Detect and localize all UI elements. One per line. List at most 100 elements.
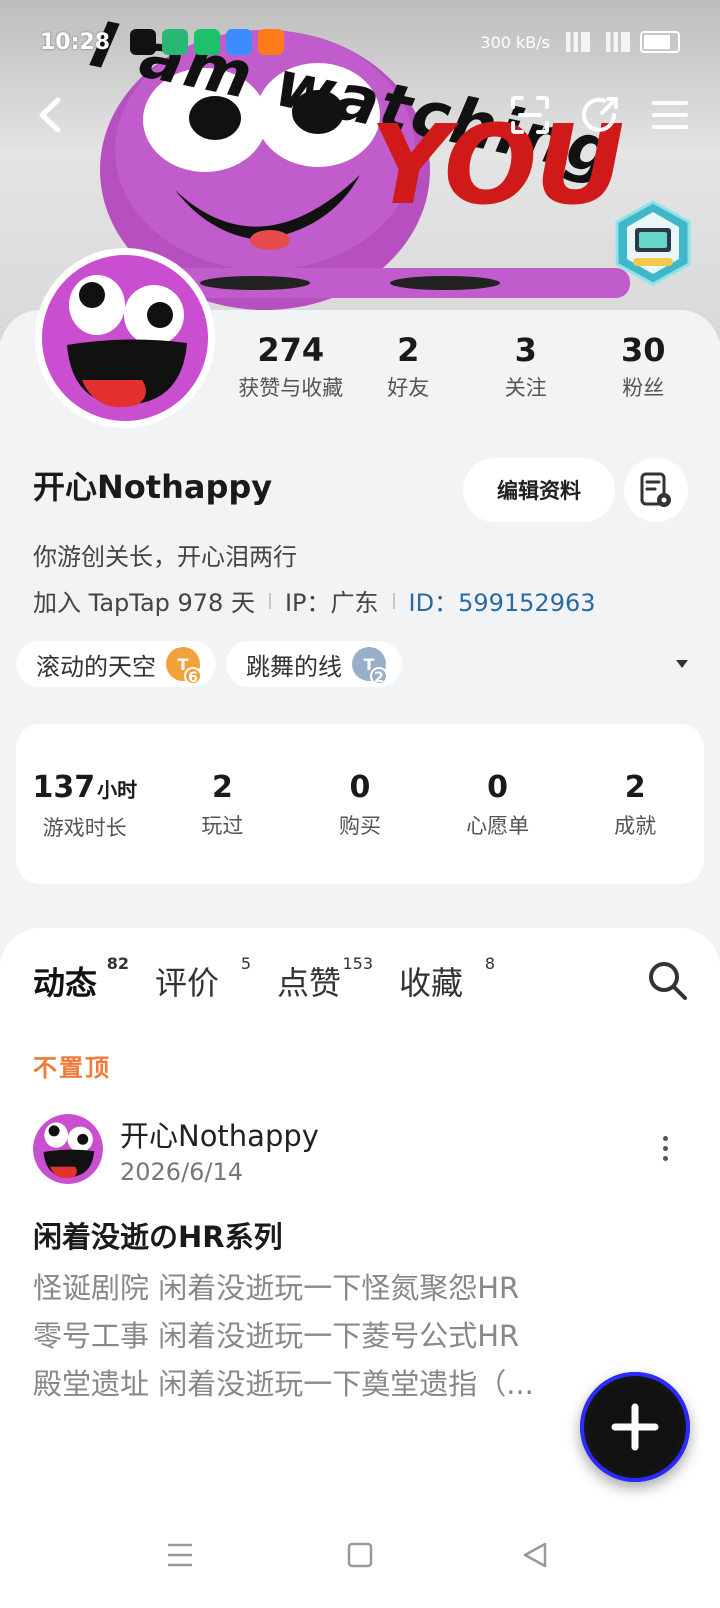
top-nav	[0, 90, 720, 146]
video-app-icon	[162, 29, 189, 55]
shop-app-icon	[258, 29, 285, 55]
recent-apps-button[interactable]	[155, 1530, 205, 1580]
post-author-name[interactable]: 开心Nothappy	[120, 1113, 319, 1155]
chevron-left-icon	[39, 97, 61, 133]
stat-followers[interactable]: 30 粉丝	[585, 330, 703, 410]
avatar[interactable]	[35, 248, 215, 428]
cell-signal-icon	[600, 32, 630, 52]
stat-number: 274	[257, 331, 325, 369]
home-button[interactable]	[335, 1530, 385, 1580]
stat-number: 30	[620, 331, 666, 369]
stat-number: 2	[211, 770, 233, 805]
home-square-icon	[347, 1542, 373, 1568]
status-app-icons	[130, 29, 285, 55]
ip-location: IP：广东	[284, 589, 379, 617]
level-number: 2	[370, 667, 388, 686]
profile-username: 开心Nothappy	[33, 468, 273, 506]
stat-number: 2	[397, 331, 420, 369]
stat-wishlist[interactable]: 0 心愿单	[429, 770, 567, 884]
join-days: 加入 TapTap 978 天	[33, 589, 255, 617]
post-body[interactable]: 怪诞剧院 闲着没逝玩一下怪氮聚怨HR 零号工事 闲着没逝玩一下菱号公式HR 殿堂…	[33, 1264, 593, 1408]
playtime-unit: 小时	[97, 778, 138, 802]
stat-number: 0	[349, 770, 371, 805]
battery-icon	[640, 31, 680, 53]
post-body-line: 怪诞剧院 闲着没逝玩一下怪氮聚怨HR	[33, 1271, 520, 1305]
tab-favorites[interactable]: 收藏 8	[399, 954, 495, 1004]
avatar-image	[33, 1114, 103, 1184]
back-button[interactable]	[26, 90, 76, 140]
scan-button[interactable]	[505, 90, 555, 140]
post-title[interactable]: 闲着没逝のHR系列	[33, 1214, 283, 1256]
level-number: 6	[184, 667, 202, 686]
create-post-button[interactable]	[580, 1372, 690, 1482]
stat-number: 0	[487, 770, 509, 805]
stat-label: 成就	[614, 814, 657, 838]
scan-icon	[511, 96, 549, 134]
tab-likes[interactable]: 点赞 153	[277, 954, 373, 1004]
stat-label: 粉丝	[622, 376, 665, 400]
profile-bio: 你游创关长，开心泪两行	[33, 543, 297, 571]
tab-count: 8	[484, 954, 496, 973]
network-speed: 300 kB/s	[480, 32, 550, 52]
post-author-avatar[interactable]	[33, 1114, 103, 1184]
document-settings-icon	[640, 472, 671, 507]
tab-label: 评价	[155, 964, 220, 1002]
stat-label: 游戏时长	[42, 816, 127, 840]
tab-label: 收藏	[399, 964, 464, 1002]
game-tag[interactable]: 滚动的天空 T6	[16, 641, 216, 687]
level-badge-icon: T6	[166, 647, 202, 686]
stat-following[interactable]: 3 关注	[467, 330, 585, 410]
game-tag-label: 跳舞的线	[246, 652, 342, 681]
post-more-icon[interactable]	[655, 1128, 675, 1168]
tab-label: 动态	[33, 964, 98, 1002]
post-body-line: 殿堂遗址 闲着没逝玩一下奠堂遗指（...	[33, 1367, 534, 1401]
expand-tags-caret-icon[interactable]	[676, 660, 688, 668]
stat-number: 2	[624, 770, 646, 805]
system-nav-bar	[0, 1500, 720, 1608]
game-tag[interactable]: 跳舞的线 T2	[226, 641, 402, 687]
stat-purchased[interactable]: 0 购买	[291, 770, 429, 884]
stat-playtime[interactable]: 137 小时 游戏时长	[16, 770, 154, 884]
share-button[interactable]	[575, 90, 625, 140]
profile-meta: 加入 TapTap 978 天 IP：广东 ID：599152963	[33, 583, 596, 618]
stat-played[interactable]: 2 玩过	[154, 770, 292, 884]
avatar-image	[42, 255, 208, 421]
user-id-link[interactable]: ID：599152963	[409, 583, 596, 618]
stat-achievements[interactable]: 2 成就	[566, 770, 704, 884]
tab-reviews[interactable]: 评价 5	[155, 954, 251, 1004]
pin-status-label[interactable]: 不置顶	[33, 1048, 111, 1083]
tiktok-icon	[130, 29, 157, 55]
stat-label: 玩过	[201, 814, 244, 838]
feed-tabs: 动态 82 评价 5 点赞 153 收藏 8	[33, 954, 495, 1006]
stat-label: 获赞与收藏	[238, 376, 344, 400]
divider	[392, 592, 395, 609]
menu-button[interactable]	[645, 90, 695, 140]
system-back-button[interactable]	[510, 1530, 560, 1580]
stat-likes[interactable]: 274 获赞与收藏	[232, 330, 350, 410]
divider	[268, 592, 271, 609]
plus-icon	[611, 1403, 659, 1451]
stat-label: 好友	[387, 376, 430, 400]
tab-count: 153	[342, 954, 374, 973]
status-indicators: 300 kB/s	[480, 31, 680, 53]
stat-number: 3	[514, 331, 537, 369]
back-triangle-icon	[523, 1542, 547, 1568]
wifi-signal-icon	[560, 32, 590, 52]
stat-label: 心愿单	[466, 814, 530, 838]
search-icon[interactable]	[645, 958, 691, 1004]
browser-app-icon	[226, 29, 253, 55]
tab-posts[interactable]: 动态 82	[33, 954, 129, 1006]
hamburger-icon	[652, 101, 688, 129]
edit-profile-button[interactable]: 编辑资料	[463, 458, 615, 522]
tab-count: 82	[106, 954, 130, 973]
share-icon	[582, 97, 618, 132]
status-bar: 10:28 300 kB/s	[0, 22, 720, 62]
tab-label: 点赞	[277, 964, 342, 1002]
achievement-badge-icon[interactable]	[613, 200, 693, 286]
playtime-number: 137	[32, 770, 96, 805]
post-date: 2026/6/14	[120, 1158, 244, 1186]
level-badge-icon: T2	[352, 647, 388, 686]
game-tag-label: 滚动的天空	[36, 652, 156, 681]
profile-card-button[interactable]	[624, 458, 688, 522]
stat-friends[interactable]: 2 好友	[350, 330, 468, 410]
